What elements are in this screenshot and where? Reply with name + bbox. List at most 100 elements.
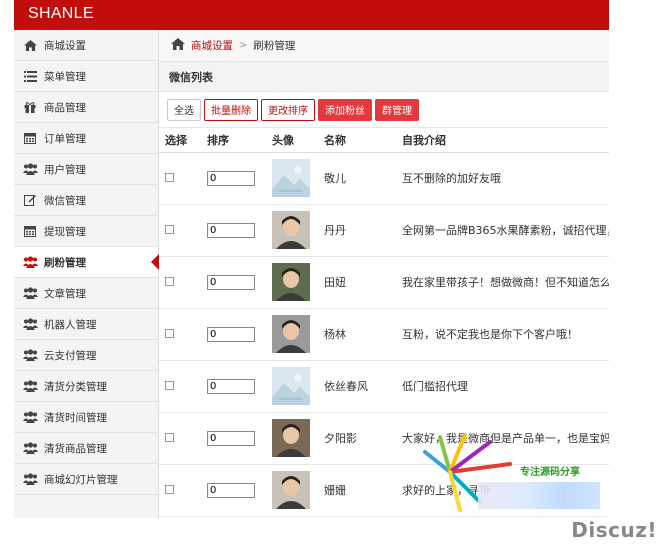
sort-cell [201,412,266,465]
intro-cell: 我在家里带孩子！想做微商！但不知道怎么 [396,256,609,309]
breadcrumb-current: 刷粉管理 [253,40,296,52]
main-content: 商城设置 > 刷粉管理 微信列表 全选 批量删除 更改排序 添加粉丝 群管理 选… [159,30,609,518]
avatar-cell [266,256,318,309]
row-checkbox[interactable] [165,224,174,234]
select-cell [159,308,201,361]
intro-cell: 互粉，说不定我也是你下个客户哦！ [396,308,609,361]
breadcrumb-separator: > [239,40,248,51]
sidebar-item[interactable]: 微信管理 [14,185,158,216]
sidebar-item[interactable]: 机器人管理 [14,309,158,340]
column-header-intro: 自我介绍 [396,128,609,153]
brand-logo[interactable]: SHANLE [28,5,94,23]
row-checkbox[interactable] [165,328,174,338]
sidebar-item[interactable]: 菜单管理 [14,61,158,92]
sidebar-item-label: 商城设置 [44,39,86,52]
active-indicator-arrow [151,254,159,270]
avatar [272,471,318,509]
intro-cell: 全网第一品牌B365水果酵素粉，诚招代理， [396,204,609,257]
sidebar-item[interactable]: 提现管理 [14,216,158,247]
intro-cell: 互不删除的加好友哦 [396,152,609,205]
avatar [272,419,318,457]
sidebar-item[interactable]: 清货商品管理 [14,433,158,464]
avatar-cell [266,360,318,413]
sort-input[interactable] [207,274,255,290]
sidebar-item[interactable]: 订单管理 [14,123,158,154]
sort-input[interactable] [207,170,255,186]
row-checkbox[interactable] [165,484,174,494]
sidebar-item-label: 用户管理 [44,163,86,176]
sidebar-item[interactable]: 商品管理 [14,92,158,123]
row-checkbox[interactable] [165,276,174,286]
list-icon [22,68,38,84]
users-icon [22,254,38,270]
table-row: 田妞我在家里带孩子！想做微商！但不知道怎么 [159,256,609,309]
sidebar-item-label: 提现管理 [44,225,86,238]
name-cell: 丹丹 [318,204,396,257]
avatar-cell [266,464,318,517]
panel-title: 微信列表 [159,62,609,92]
sidebar-item[interactable]: 文章管理 [14,278,158,309]
users-icon [22,161,38,177]
sidebar-item[interactable]: 用户管理 [14,154,158,185]
gift-icon [22,99,38,115]
table-row: 丹丹全网第一品牌B365水果酵素粉，诚招代理， [159,204,609,257]
sidebar-item-label: 机器人管理 [44,318,97,331]
calendar-icon [22,130,38,146]
sidebar-item[interactable]: 商城设置 [14,30,158,61]
avatar [272,159,318,197]
toolbar: 全选 批量删除 更改排序 添加粉丝 群管理 [159,92,609,128]
name-cell: 夕阳影 [318,412,396,465]
group-manage-button[interactable]: 群管理 [375,98,419,121]
home-icon[interactable] [171,38,185,53]
sort-input[interactable] [207,378,255,394]
name-cell: 田妞 [318,256,396,309]
sidebar-item[interactable]: 清货时间管理 [14,402,158,433]
users-icon [22,347,38,363]
sidebar-item[interactable]: 清货分类管理 [14,371,158,402]
sort-input[interactable] [207,222,255,238]
row-checkbox[interactable] [165,432,174,442]
add-fans-button[interactable]: 添加粉丝 [318,98,372,121]
select-cell [159,360,201,413]
name-cell: 依丝春风 [318,360,396,413]
change-sort-button[interactable]: 更改排序 [261,98,315,121]
avatar [272,263,318,301]
sort-input[interactable] [207,482,255,498]
wechat-list-table: 选择 排序 头像 名称 自我介绍 敬儿互不删除的加好友哦丹丹全网第一品牌B365… [159,128,609,517]
table-row: 夕阳影大家好，我是微商但是产品单一，也是宝妈 [159,412,609,465]
sort-cell [201,360,266,413]
select-cell [159,464,201,517]
breadcrumb-link[interactable]: 商城设置 [191,38,233,53]
users-icon [22,471,38,487]
sort-cell [201,256,266,309]
sidebar-item[interactable]: 商城幻灯片管理 [14,464,158,495]
column-header-name: 名称 [318,128,396,153]
avatar [272,211,318,249]
avatar [272,367,318,405]
watermark-tagline: 专注源码分享 [520,467,580,478]
select-cell [159,152,201,205]
avatar [272,315,318,353]
sidebar-item[interactable]: 刷粉管理 [14,247,159,278]
avatar-cell [266,152,318,205]
sort-cell [201,204,266,257]
sidebar-item-label: 清货时间管理 [44,411,107,424]
users-icon [22,285,38,301]
sort-input[interactable] [207,430,255,446]
users-icon [22,440,38,456]
select-all-button[interactable]: 全选 [167,98,201,121]
row-checkbox[interactable] [165,172,174,182]
avatar-cell [266,308,318,361]
sort-input[interactable] [207,326,255,342]
users-icon [22,378,38,394]
watermark-text: Discuz! [571,518,657,542]
sidebar-item[interactable]: 云支付管理 [14,340,158,371]
sidebar-item-label: 商城幻灯片管理 [44,473,118,486]
row-checkbox[interactable] [165,380,174,390]
edit-icon [22,192,38,208]
select-cell [159,204,201,257]
table-header-row: 选择 排序 头像 名称 自我介绍 [159,128,609,153]
column-header-avatar: 头像 [266,128,318,153]
batch-delete-button[interactable]: 批量删除 [204,98,258,121]
users-icon [22,316,38,332]
